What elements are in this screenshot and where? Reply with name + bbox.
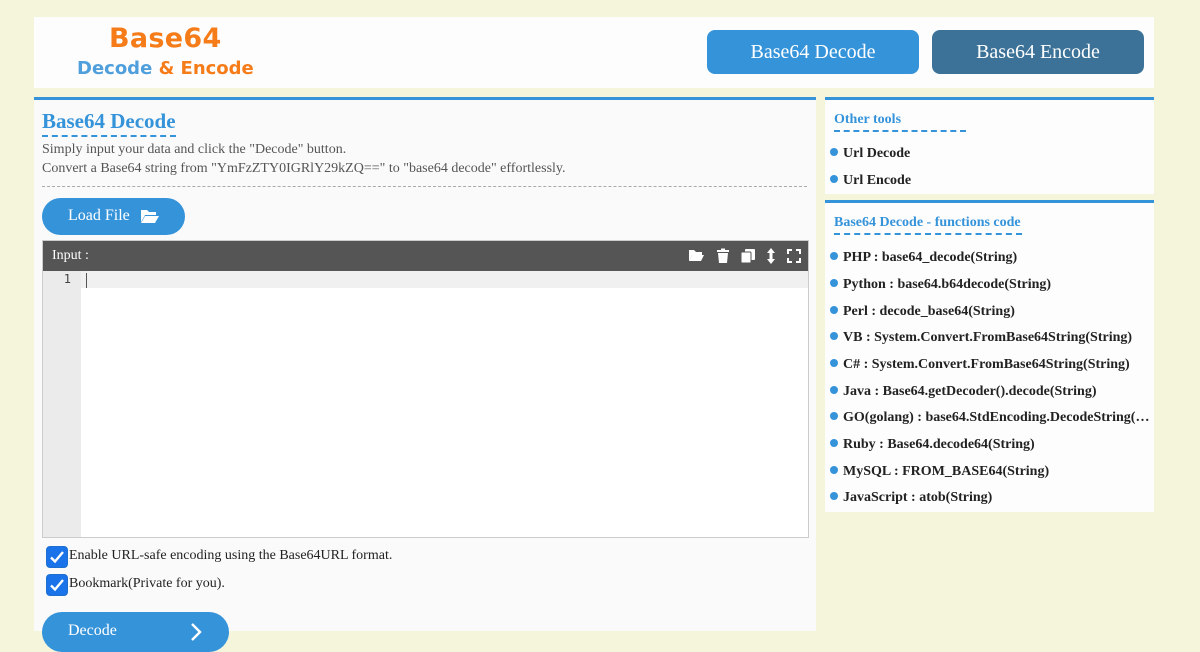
folder-open-icon	[141, 210, 159, 223]
function-code-text: Ruby : Base64.decode64(String)	[843, 437, 1035, 452]
description-line-1: Simply input your data and click the "De…	[42, 142, 347, 157]
list-item: Perl : decode_base64(String)	[830, 304, 1150, 320]
functions-code-panel: Base64 Decode - functions code PHP : bas…	[825, 200, 1154, 512]
list-item: MySQL : FROM_BASE64(String)	[830, 464, 1150, 480]
list-item: GO(golang) : base64.StdEncoding.DecodeSt…	[830, 410, 1150, 426]
function-code-text: JavaScript : atob(String)	[843, 490, 993, 505]
list-item: Python : base64.b64decode(String)	[830, 277, 1150, 293]
function-code-text: GO(golang) : base64.StdEncoding.DecodeSt…	[843, 410, 1150, 425]
sidebar-item-label: Url Encode	[843, 173, 912, 188]
logo[interactable]: Base64 Decode & Encode	[34, 17, 294, 88]
check-icon	[50, 551, 64, 564]
bullet-icon	[830, 148, 838, 156]
description-line-2: Convert a Base64 string from "YmFzZTY0IG…	[42, 161, 566, 176]
page-title: Base64 Decode	[42, 109, 176, 137]
load-file-button[interactable]: Load File	[42, 198, 185, 235]
expand-icon[interactable]	[786, 248, 802, 264]
function-code-text: Perl : decode_base64(String)	[843, 304, 1015, 319]
nav-decode-button[interactable]: Base64 Decode	[707, 30, 919, 74]
function-code-text: Java : Base64.getDecoder().decode(String…	[843, 384, 1097, 399]
other-tools-title: Other tools	[834, 112, 966, 132]
text-cursor	[86, 273, 87, 288]
active-line[interactable]	[81, 271, 808, 288]
bullet-icon	[830, 175, 838, 183]
list-item: Ruby : Base64.decode64(String)	[830, 437, 1150, 453]
logo-decode-text: Decode	[77, 58, 153, 79]
bullet-icon	[830, 279, 838, 287]
sidebar-item-url-encode[interactable]: Url Encode	[830, 173, 1150, 189]
bullet-icon	[830, 359, 838, 367]
sidebar-item-label: Url Decode	[843, 146, 911, 161]
list-item: PHP : base64_decode(String)	[830, 250, 1150, 266]
bullet-icon	[830, 492, 838, 500]
sidebar-item-url-decode[interactable]: Url Decode	[830, 146, 1150, 162]
line-number-gutter	[43, 271, 81, 537]
main-panel: Base64 Decode Simply input your data and…	[34, 97, 816, 652]
url-safe-checkbox[interactable]	[46, 546, 68, 568]
copy-icon[interactable]	[740, 248, 756, 264]
bullet-icon	[830, 439, 838, 447]
trash-icon[interactable]	[715, 248, 731, 264]
function-code-text: MySQL : FROM_BASE64(String)	[843, 464, 1050, 479]
list-item: VB : System.Convert.FromBase64String(Str…	[830, 330, 1150, 346]
logo-encode-text: & Encode	[158, 58, 254, 79]
list-item: JavaScript : atob(String)	[830, 490, 1150, 506]
function-code-text: C# : System.Convert.FromBase64String(Str…	[843, 357, 1130, 372]
decode-label: Decode	[68, 622, 117, 639]
url-safe-label: Enable URL-safe encoding using the Base6…	[69, 548, 393, 563]
check-icon	[50, 579, 64, 592]
function-code-text: PHP : base64_decode(String)	[843, 250, 1018, 265]
bullet-icon	[830, 412, 838, 420]
bullet-icon	[830, 386, 838, 394]
bookmark-checkbox[interactable]	[46, 574, 68, 596]
bookmark-label: Bookmark(Private for you).	[69, 576, 225, 591]
bullet-icon	[830, 306, 838, 314]
bullet-icon	[830, 332, 838, 340]
function-code-text: Python : base64.b64decode(String)	[843, 277, 1052, 292]
list-item: C# : System.Convert.FromBase64String(Str…	[830, 357, 1150, 373]
header: Base64 Decode & Encode Base64 Decode Bas…	[34, 17, 1154, 88]
folder-open-icon[interactable]	[688, 248, 704, 264]
editor-label: Input :	[52, 248, 89, 263]
input-editor[interactable]: Input : 1	[42, 240, 809, 538]
decode-button[interactable]: Decode	[42, 612, 229, 652]
bullet-icon	[830, 252, 838, 260]
chevron-right-icon	[191, 623, 202, 641]
line-number: 1	[63, 272, 71, 286]
bullet-icon	[830, 466, 838, 474]
functions-code-title: Base64 Decode - functions code	[834, 215, 1022, 235]
list-item: Java : Base64.getDecoder().decode(String…	[830, 384, 1150, 400]
divider	[42, 186, 807, 187]
logo-title: Base64	[109, 23, 222, 54]
load-file-label: Load File	[68, 207, 130, 224]
function-code-text: VB : System.Convert.FromBase64String(Str…	[843, 330, 1133, 345]
editor-toolbar: Input :	[43, 241, 808, 271]
nav-encode-button[interactable]: Base64 Encode	[932, 30, 1144, 74]
arrows-vertical-icon[interactable]	[763, 248, 779, 264]
other-tools-panel: Other tools Url Decode Url Encode	[825, 97, 1154, 194]
logo-subtitle: Decode & Encode	[77, 58, 254, 79]
